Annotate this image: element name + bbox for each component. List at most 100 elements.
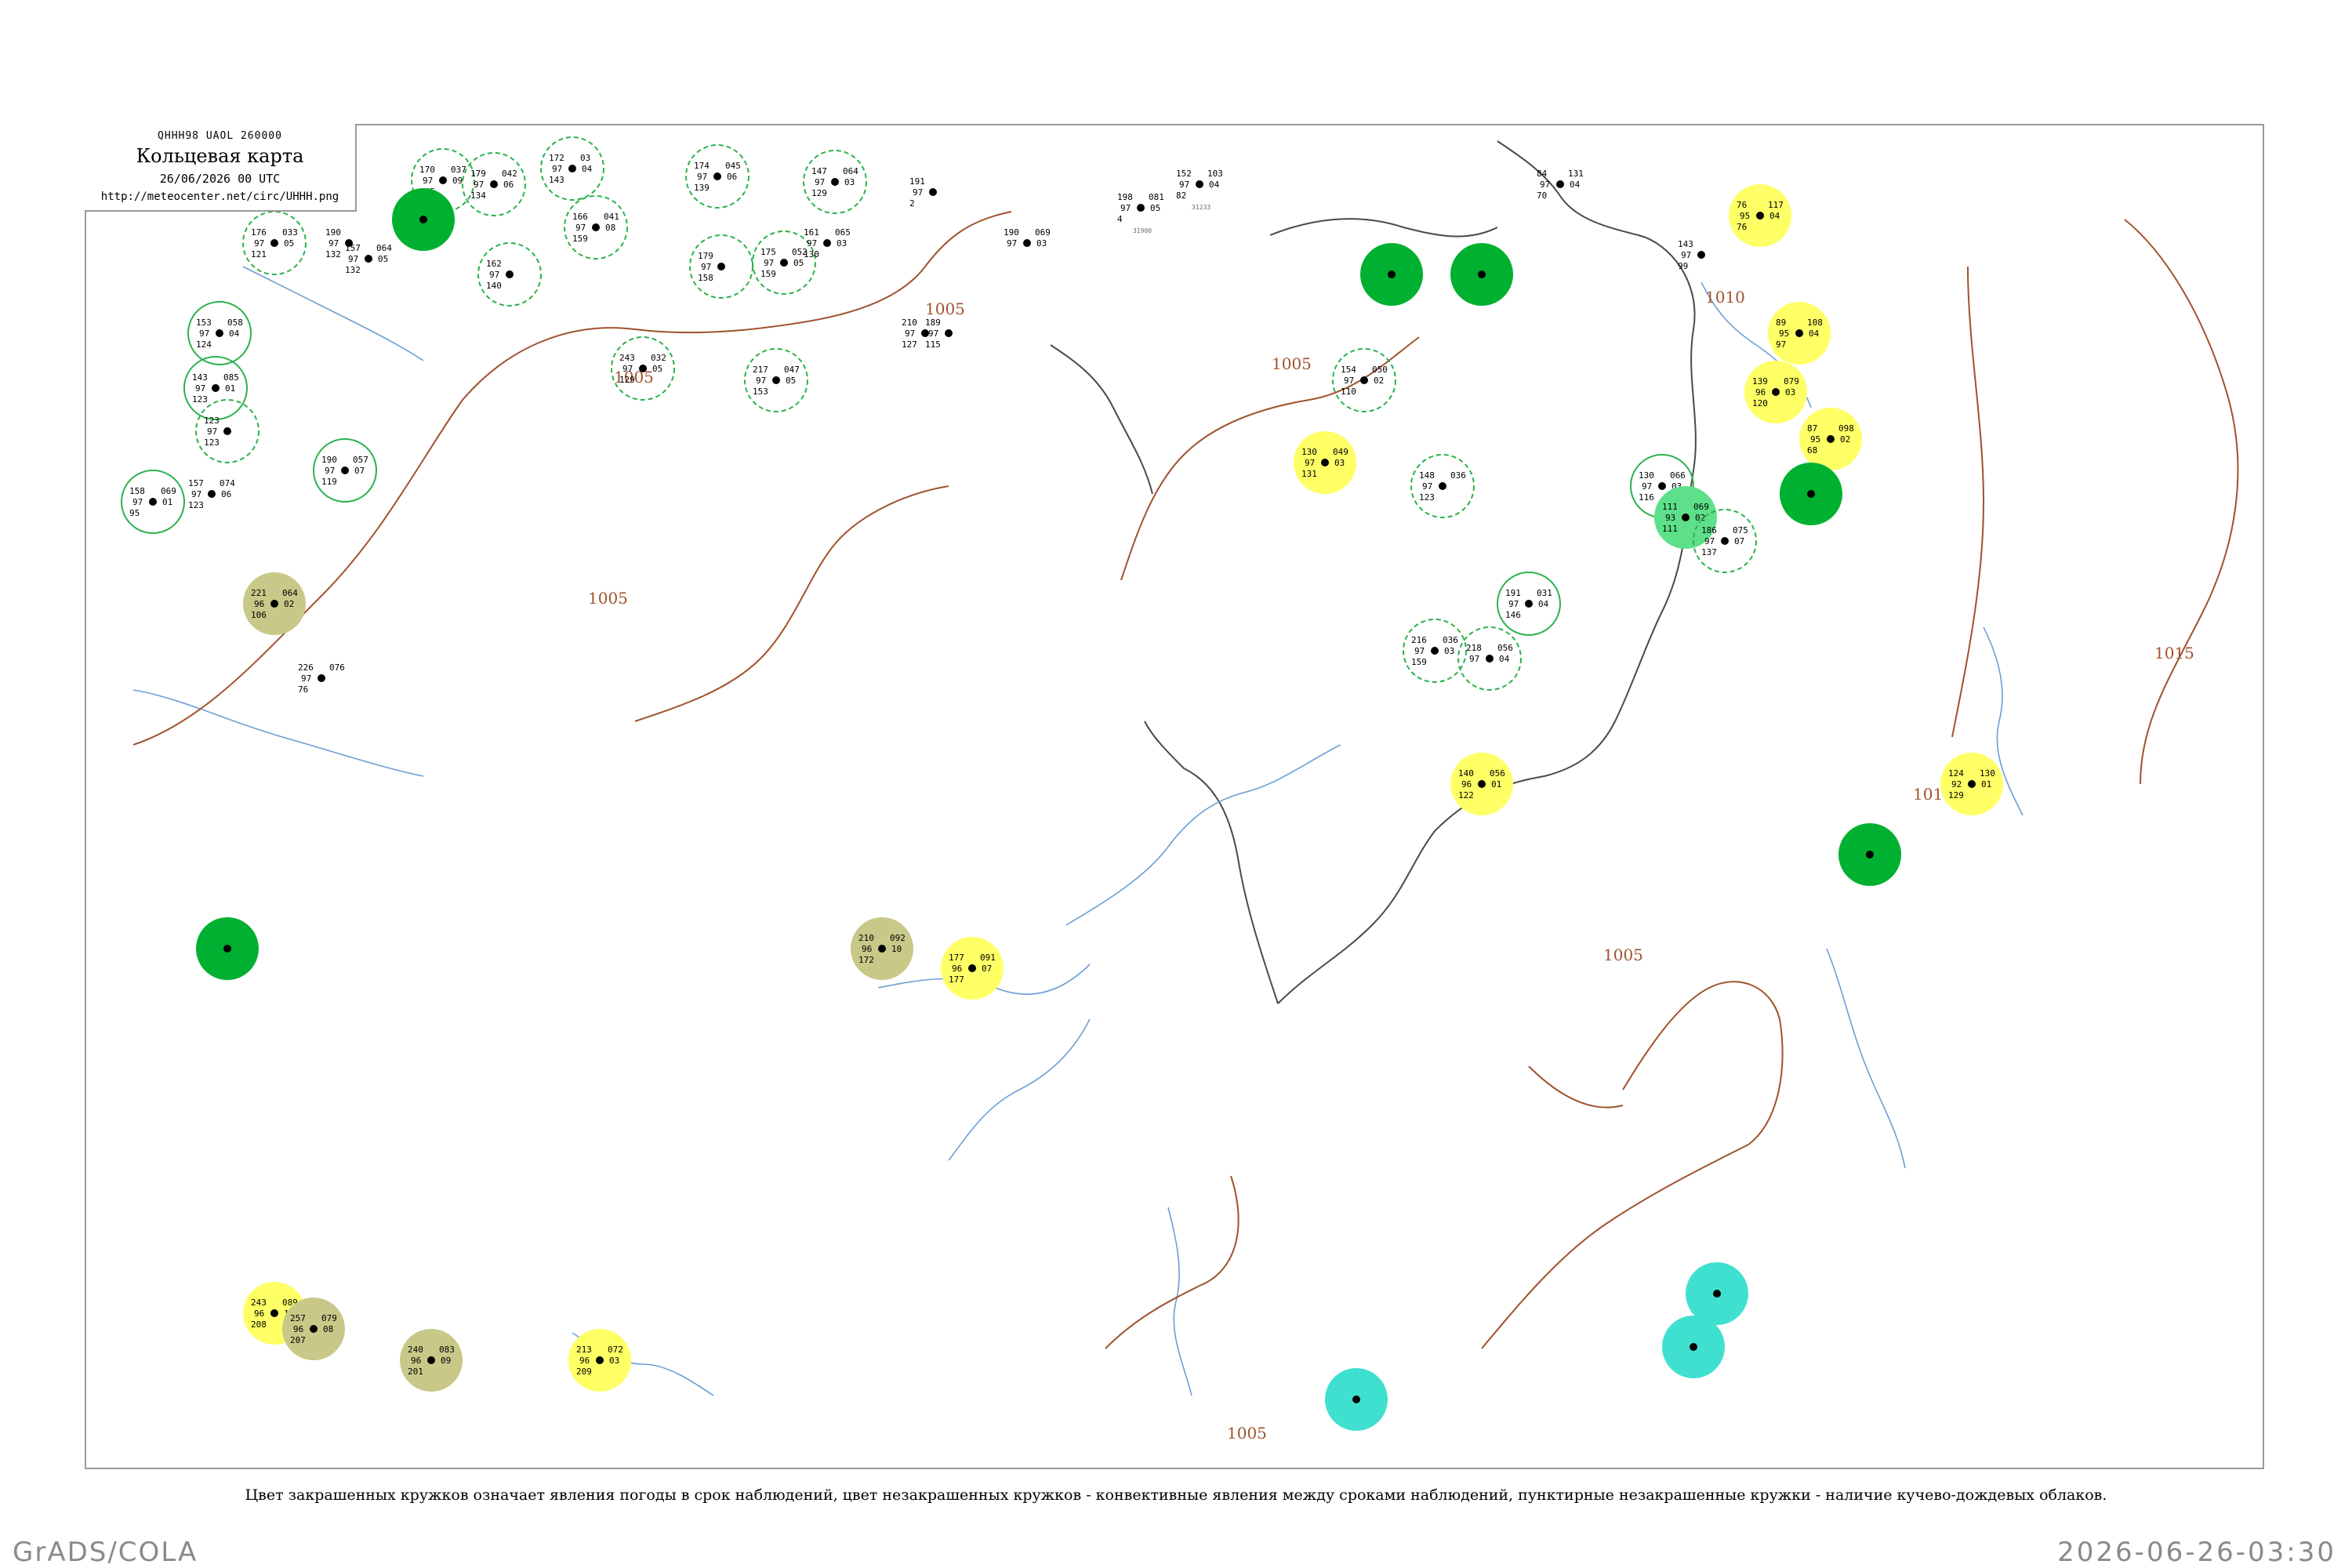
station-tendency: 01 — [1981, 779, 1991, 789]
station-marker[interactable] — [1838, 823, 1901, 886]
station-visibility: 97 — [1120, 203, 1131, 213]
cloud-cover-icon — [270, 1309, 278, 1317]
station-marker[interactable]: 191972 — [909, 176, 937, 209]
station-index: 31900 — [1133, 227, 1152, 234]
station-pressure: 064 — [282, 588, 298, 598]
station-tendency: 05 — [378, 254, 388, 264]
station-marker[interactable]: 12492129 13001 — [1940, 753, 2003, 815]
station-marker[interactable] — [1662, 1316, 1725, 1378]
station-marker[interactable]: 21897 05604 — [1457, 626, 1522, 691]
cloud-cover-icon — [1478, 780, 1486, 788]
station-marker[interactable]: 15397124 05804 — [187, 301, 252, 365]
station-marker[interactable]: 14897123 036 — [1410, 454, 1475, 518]
station-marker[interactable]: 16697159 04108 — [564, 195, 628, 260]
station-marker[interactable]: 19197146 03104 — [1497, 572, 1561, 636]
station-pressure: 066 — [1670, 470, 1686, 481]
station-temperature: 143 — [192, 372, 208, 383]
station-dewpoint: 158 — [698, 273, 713, 283]
station-temperature: 243 — [251, 1298, 267, 1308]
station-marker[interactable]: 21096172 09210 — [851, 917, 913, 980]
station-pressure: 074 — [220, 478, 235, 488]
station-marker[interactable]: 14797129 06403 — [803, 150, 867, 214]
station-dewpoint: 159 — [760, 269, 776, 279]
station-marker[interactable]: 17796177 09107 — [941, 937, 1004, 1000]
station-visibility: 96 — [1755, 387, 1766, 397]
station-pressure: 072 — [608, 1345, 623, 1355]
station-marker[interactable]: 879568 09802 — [1799, 408, 1862, 470]
isobars — [132, 211, 2239, 1349]
station-marker[interactable] — [1780, 463, 1842, 525]
station-marker[interactable] — [1325, 1368, 1388, 1431]
station-marker[interactable] — [1686, 1262, 1748, 1325]
station-marker[interactable]: 17697121 03305 — [242, 211, 307, 275]
station-visibility: 97 — [328, 238, 339, 249]
station-marker[interactable]: 12397123 — [195, 399, 260, 463]
cloud-cover-icon — [1439, 482, 1446, 490]
station-tendency: 04 — [1809, 328, 1820, 339]
weather-map[interactable]: 1005 1005 1005 1005 1005 1005 1010 1010 … — [85, 124, 2264, 1469]
station-marker[interactable]: 198974 08105 31900 — [1117, 192, 1164, 234]
station-marker[interactable]: 1759715905205 — [752, 230, 816, 295]
station-marker[interactable]: 1589795 06901 — [121, 470, 185, 534]
station-marker[interactable]: 17997134 04206 — [462, 152, 526, 216]
station-marker[interactable]: 15797123 07406 — [188, 478, 235, 510]
station-marker[interactable]: 769576 11704 — [1729, 184, 1791, 247]
station-marker[interactable]: 21697159 03603 — [1403, 619, 1467, 683]
station-marker[interactable]: 15797132 06405 — [345, 243, 392, 275]
station-marker[interactable]: 24096201 08309 — [400, 1329, 463, 1392]
station-marker[interactable] — [196, 917, 259, 980]
station-dewpoint: 120 — [1752, 398, 1768, 408]
station-marker[interactable]: 19097119 05707 — [313, 438, 377, 503]
station-temperature: 84 — [1537, 169, 1548, 179]
station-marker[interactable]: 17497139 04506 — [685, 144, 750, 209]
station-marker[interactable]: 18997115 — [925, 318, 953, 350]
station-marker[interactable]: 13996120 07903 — [1744, 361, 1807, 423]
station-marker[interactable] — [1450, 243, 1513, 306]
station-temperature: 124 — [1948, 768, 1964, 779]
station-marker[interactable]: 14397123 08501 — [183, 356, 248, 420]
station-dewpoint: 131 — [1301, 469, 1317, 479]
station-marker[interactable]: 22196106 06402 — [243, 572, 306, 635]
station-dewpoint: 110 — [1341, 387, 1356, 397]
station-tendency: 05 — [786, 376, 796, 386]
station-marker[interactable]: 16297140 — [477, 242, 542, 307]
station-marker[interactable] — [392, 188, 455, 251]
station-temperature: 148 — [1419, 470, 1435, 481]
station-temperature: 174 — [694, 161, 710, 171]
station-marker[interactable]: 16197130 06503 — [804, 227, 851, 260]
station-marker[interactable]: 1529782 10304 31233 — [1176, 169, 1223, 211]
cloud-cover-icon — [1486, 655, 1494, 662]
station-tendency: 06 — [503, 180, 514, 190]
cloud-cover-icon — [1866, 851, 1874, 858]
station-marker[interactable]: 21396209 07203 — [568, 1329, 631, 1392]
station-visibility: 97 — [325, 466, 335, 476]
cloud-cover-icon — [490, 180, 498, 188]
station-pressure: 03 — [580, 153, 590, 163]
station-marker[interactable]: 899597 10804 — [1768, 302, 1831, 365]
station-marker[interactable]: 17297143 0304 — [540, 136, 604, 201]
station-temperature: 87 — [1807, 423, 1817, 434]
station-marker[interactable]: 17997158 — [689, 234, 753, 299]
station-marker[interactable]: 13097131 04903 — [1294, 431, 1356, 494]
station-visibility: 97 — [807, 238, 817, 249]
cloud-cover-icon — [208, 490, 216, 498]
station-marker[interactable]: 15497110 05002 — [1332, 348, 1396, 412]
station-marker[interactable]: 21797153 04705 — [744, 348, 808, 412]
station-temperature: 161 — [804, 227, 819, 238]
station-marker[interactable] — [1360, 243, 1423, 306]
station-temperature: 130 — [1639, 470, 1654, 481]
station-marker[interactable]: 1439799 — [1678, 239, 1705, 271]
station-dewpoint: 129 — [1948, 790, 1964, 800]
station-temperature: 210 — [902, 318, 917, 328]
station-tendency: 02 — [1374, 376, 1384, 386]
source-url[interactable]: http://meteocenter.net/circ/UHHH.png — [85, 191, 355, 203]
station-marker[interactable]: 19097 06903 — [1004, 227, 1051, 249]
cloud-cover-icon — [772, 376, 780, 384]
station-visibility: 97 — [1414, 646, 1425, 656]
station-temperature: 210 — [858, 933, 874, 943]
legend-caption: Цвет закрашенных кружков означает явлени… — [245, 1486, 2107, 1504]
station-marker[interactable]: 2269776 076 — [298, 662, 345, 695]
station-marker[interactable]: 25796207 07908 — [282, 1298, 345, 1360]
station-marker[interactable]: 14096122 05601 — [1450, 753, 1513, 815]
station-temperature: 140 — [1458, 768, 1474, 779]
